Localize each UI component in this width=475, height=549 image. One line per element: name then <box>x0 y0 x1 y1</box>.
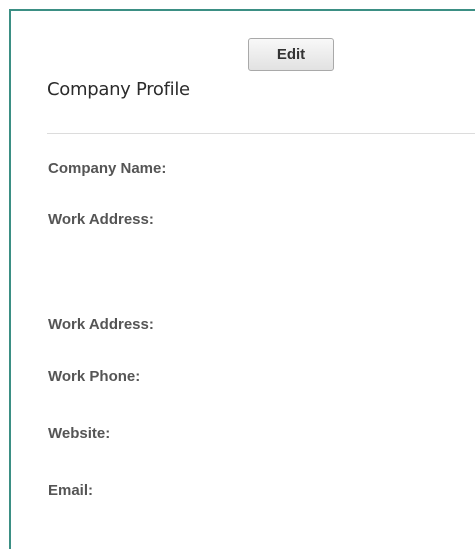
email-label: Email: <box>48 482 94 499</box>
company-name-label: Company Name: <box>48 160 167 177</box>
edit-button[interactable]: Edit <box>248 38 334 71</box>
title-divider <box>47 133 475 134</box>
work-address-secondary-label: Work Address: <box>48 316 154 333</box>
website-label: Website: <box>48 425 111 442</box>
work-address-label: Work Address: <box>48 211 154 228</box>
work-phone-label: Work Phone: <box>48 368 141 385</box>
page-title: Company Profile <box>47 79 190 100</box>
